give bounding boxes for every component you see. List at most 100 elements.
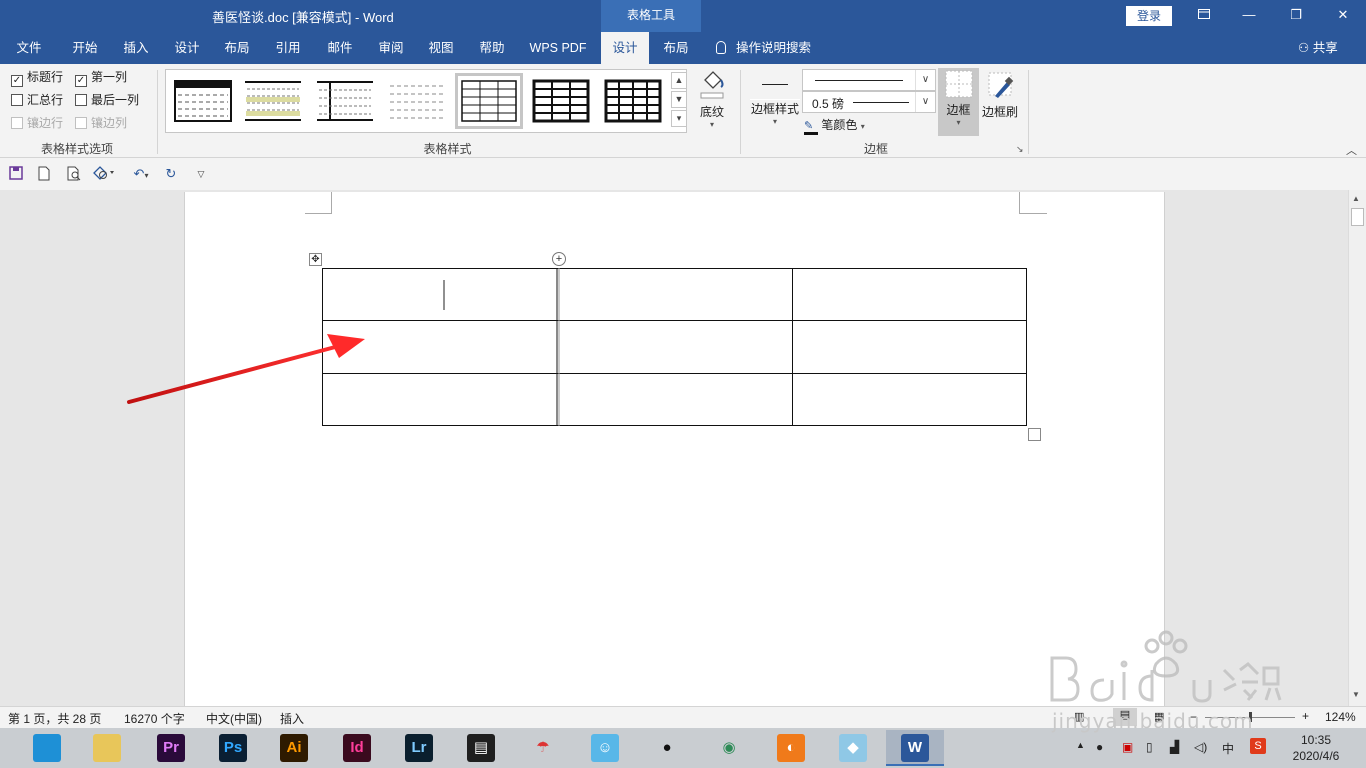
last-column-label: 最后一列 (91, 93, 140, 107)
chrome-icon: ◉ (715, 734, 743, 762)
ribbon-display-icon[interactable] (1192, 4, 1216, 26)
tab-insert[interactable]: 插入 (113, 32, 159, 64)
wifi-signal-icon[interactable]: ▟ (1170, 740, 1179, 754)
redo-icon[interactable]: ↻ (163, 166, 179, 182)
taskbar-app[interactable]: ● (638, 730, 696, 766)
close-button[interactable]: ✕ (1331, 4, 1355, 26)
table-style-thumbnail[interactable] (388, 78, 446, 124)
tab-mailings[interactable]: 邮件 (317, 32, 363, 64)
minimize-button[interactable]: — (1237, 4, 1261, 26)
language-indicator[interactable]: 中文(中国) (206, 710, 262, 727)
volume-icon[interactable]: ◁) (1194, 740, 1207, 754)
taskbar-app[interactable]: Ps (204, 730, 262, 766)
table-style-thumbnail[interactable] (316, 78, 374, 124)
table-styles-group-label: 表格样式 (423, 142, 472, 156)
tab-references[interactable]: 引用 (265, 32, 311, 64)
read-mode-icon[interactable]: ▥ (1074, 710, 1084, 723)
table-style-thumbnail[interactable] (244, 78, 302, 124)
dialog-launcher-icon[interactable]: ↘ (1016, 144, 1024, 155)
tab-design[interactable]: 设计 (164, 32, 210, 64)
document-table[interactable] (322, 268, 1028, 426)
tell-me-search[interactable]: 操作说明搜索 (716, 32, 811, 64)
insert-column-icon[interactable]: + (552, 252, 566, 266)
print-layout-icon[interactable]: ▤ (1113, 708, 1137, 726)
group-separator (740, 70, 741, 154)
new-doc-icon[interactable] (36, 166, 52, 182)
taskbar-app[interactable]: W (886, 730, 944, 766)
collapse-ribbon-icon[interactable]: ︿ (1346, 142, 1357, 158)
system-clock[interactable]: 10:35 2020/4/6 (1286, 732, 1346, 764)
scroll-thumb[interactable] (1351, 208, 1364, 226)
table-resize-handle[interactable] (1028, 428, 1041, 441)
shapes-icon[interactable] (90, 166, 118, 182)
border-styles-button[interactable]: 边框样式 ▾ (750, 70, 800, 136)
tab-view[interactable]: 视图 (418, 32, 464, 64)
tab-help[interactable]: 帮助 (469, 32, 515, 64)
table-style-thumbnail[interactable] (174, 78, 232, 124)
zoom-slider-thumb[interactable] (1249, 712, 1252, 722)
vertical-scrollbar[interactable]: ▲ ▼ (1348, 190, 1366, 706)
zoom-out-icon[interactable]: − (1190, 710, 1197, 724)
tab-home[interactable]: 开始 (62, 32, 108, 64)
scroll-up-icon[interactable]: ▲ (1352, 194, 1360, 203)
pen-color-button[interactable]: ✎ 笔颜色 ▾ (804, 116, 865, 135)
customize-qat-icon[interactable]: ▽ (193, 166, 209, 182)
zoom-level[interactable]: 124% (1325, 710, 1356, 724)
table-move-handle-icon[interactable]: ✥ (309, 253, 322, 266)
ime-indicator[interactable]: 中 (1222, 740, 1234, 757)
insert-mode[interactable]: 插入 (280, 710, 304, 727)
taskbar-app[interactable]: ◐ (762, 730, 820, 766)
borders-button[interactable]: 边框 ▾ (938, 68, 979, 136)
login-button[interactable]: 登录 (1126, 6, 1172, 26)
taskbar-app[interactable]: ☺ (576, 730, 634, 766)
tab-review[interactable]: 审阅 (368, 32, 414, 64)
print-preview-icon[interactable] (66, 166, 82, 182)
save-icon[interactable] (8, 166, 24, 182)
share-button[interactable]: ⚇ 共享 (1298, 32, 1338, 64)
taskbar-app[interactable] (18, 730, 76, 766)
table-style-thumbnail[interactable] (604, 78, 662, 124)
header-row-checkbox[interactable]: ✓ 标题行 (11, 68, 63, 87)
line-weight-dropdown[interactable]: 0.5 磅 ∨ (802, 91, 936, 113)
gallery-more-icon[interactable]: ▾ (671, 110, 687, 127)
shading-button[interactable]: 底纹 ▾ (693, 70, 731, 132)
zoom-in-icon[interactable]: + (1302, 709, 1309, 723)
scroll-down-icon[interactable]: ▼ (1352, 690, 1360, 699)
document-page[interactable]: ✥ + (127, 192, 1165, 706)
last-column-checkbox[interactable]: 最后一列 (75, 91, 139, 109)
taskbar-app[interactable]: ◆ (824, 730, 882, 766)
taskbar-app[interactable]: Lr (390, 730, 448, 766)
taskbar-app[interactable] (78, 730, 136, 766)
page-count[interactable]: 第 1 页，共 28 页 (8, 710, 101, 727)
total-row-checkbox[interactable]: 汇总行 (11, 91, 63, 109)
taskbar-app[interactable]: ▤ (452, 730, 510, 766)
taskbar-app[interactable]: Ai (265, 730, 323, 766)
network-error-icon[interactable]: ▣ (1122, 740, 1133, 754)
gallery-scroll-up-icon[interactable]: ▲ (671, 72, 687, 89)
word-count[interactable]: 16270 个字 (124, 710, 185, 727)
taskbar-app[interactable]: ◉ (700, 730, 758, 766)
qq-tray-icon[interactable]: ● (1096, 740, 1103, 754)
tab-table-layout[interactable]: 布局 (652, 32, 700, 64)
banded-columns-checkbox[interactable]: 镶边列 (75, 114, 127, 132)
undo-icon[interactable]: ↶▾ (128, 166, 154, 182)
banded-rows-checkbox[interactable]: 镶边行 (11, 114, 63, 132)
tab-wps-pdf[interactable]: WPS PDF (522, 32, 594, 64)
tab-table-design[interactable]: 设计 (601, 32, 649, 64)
tab-layout[interactable]: 布局 (214, 32, 260, 64)
sogou-input-icon[interactable]: S (1250, 738, 1266, 754)
tray-expand-icon[interactable]: ▲ (1076, 740, 1085, 750)
table-style-thumbnail-selected[interactable] (455, 73, 523, 129)
restore-button[interactable]: ❐ (1284, 4, 1308, 26)
table-style-thumbnail[interactable] (532, 78, 590, 124)
taskbar-app[interactable]: ☂ (514, 730, 572, 766)
device-icon[interactable]: ▯ (1146, 740, 1153, 754)
taskbar-app[interactable]: Pr (142, 730, 200, 766)
border-painter-button[interactable]: 边框刷 (980, 68, 1020, 122)
gallery-scroll-down-icon[interactable]: ▼ (671, 91, 687, 108)
tab-file[interactable]: 文件 (8, 32, 50, 64)
line-style-dropdown[interactable]: ∨ (802, 69, 936, 91)
first-column-checkbox[interactable]: ✓ 第一列 (75, 68, 127, 87)
taskbar-app[interactable]: Id (328, 730, 386, 766)
web-layout-icon[interactable]: ▦ (1154, 710, 1164, 723)
